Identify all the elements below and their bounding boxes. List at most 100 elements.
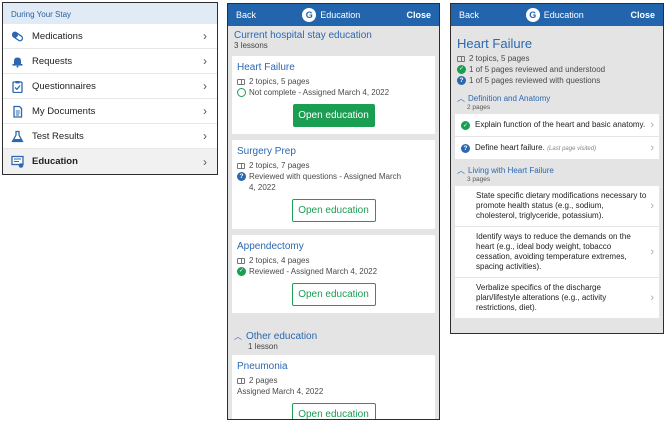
document-icon [10, 104, 24, 118]
section-definition-anatomy: ︿ Definition and Anatomy 2 pages ✓ Expla… [451, 90, 663, 159]
chevron-right-icon: › [650, 119, 654, 131]
chevron-up-icon: ︿ [457, 94, 465, 103]
lesson-title: Heart Failure [457, 36, 533, 51]
lesson-assigned: Assigned March 4, 2022 [237, 387, 324, 396]
close-button[interactable]: Close [630, 10, 655, 20]
book-icon [457, 55, 465, 62]
nav-title-group: G Education [525, 8, 584, 22]
open-education-button[interactable]: Open education [292, 104, 375, 127]
section-living-with-heart-failure: ︿ Living with Heart Failure 3 pages Stat… [451, 159, 663, 318]
status-text: Reviewed - Assigned March 4, 2022 [249, 267, 378, 276]
lesson-card-heart-failure: Heart Failure 2 topics, 5 pages Not comp… [232, 56, 435, 134]
open-education-button[interactable]: Open education [291, 403, 376, 419]
book-icon [237, 162, 245, 169]
bell-icon [10, 54, 24, 68]
section-header[interactable]: ︿ Definition and Anatomy [451, 93, 663, 104]
lesson-title: Appendectomy [237, 241, 304, 252]
section-page-count: 3 pages [467, 176, 491, 183]
current-lesson-count: 3 lessons [234, 41, 268, 50]
chevron-right-icon: › [650, 200, 654, 212]
chevron-right-icon: › [203, 104, 207, 118]
close-button[interactable]: Close [406, 10, 431, 20]
check-icon: ✓ [461, 120, 470, 130]
question-icon: ? [237, 172, 246, 181]
section-page-list: ✓ Explain function of the heart and basi… [455, 114, 659, 159]
topics-text: 2 topics, 4 pages [249, 256, 310, 265]
section-page-count: 2 pages [467, 104, 491, 111]
topics-text: 2 topics, 7 pages [249, 161, 310, 170]
page-text: Explain function of the heart and basic … [475, 120, 646, 129]
book-icon [237, 257, 245, 264]
nav-bar: Back G Education Close [228, 4, 439, 26]
chevron-right-icon: › [203, 129, 207, 143]
menu-item-education[interactable]: Education › [3, 149, 217, 174]
menu-item-questionnaires[interactable]: Questionnaires › [3, 74, 217, 99]
menu-item-label: My Documents [32, 105, 96, 117]
check-icon: ✓ [237, 267, 246, 276]
question-icon: ? [457, 76, 466, 85]
page-row[interactable]: ? Define heart failure. (Last page visit… [455, 137, 659, 159]
page-text-group: Define heart failure. (Last page visited… [470, 143, 646, 154]
nav-title: Education [320, 10, 361, 20]
lesson-topics: 2 topics, 4 pages [237, 255, 430, 266]
logo-icon: G [525, 8, 540, 22]
lesson-status: ✓ Reviewed - Assigned March 4, 2022 [237, 266, 430, 277]
questions-text: 1 of 5 pages reviewed with questions [469, 76, 601, 85]
lesson-topics: 2 topics, 5 pages [237, 76, 430, 87]
pill-icon [10, 29, 24, 43]
section-header[interactable]: ︿ Living with Heart Failure [451, 165, 663, 176]
menu-section-title: During Your Stay [3, 3, 217, 24]
lesson-status: Not complete - Assigned March 4, 2022 [237, 87, 430, 98]
other-section-title-row: ︿ Other education [234, 331, 433, 342]
incomplete-circle-icon [237, 88, 246, 97]
other-section-title: Other education [246, 331, 318, 342]
status-text: Reviewed with questions - Assigned March… [249, 172, 402, 192]
page-row[interactable]: ✓ Explain function of the heart and basi… [455, 114, 659, 137]
topics-text: 2 pages [249, 376, 278, 385]
status-text: Not complete - Assigned March 4, 2022 [249, 88, 390, 97]
current-section-header: Current hospital stay education 3 lesson… [228, 26, 439, 54]
menu-item-label: Requests [32, 55, 73, 67]
flask-icon [10, 129, 24, 143]
page-row[interactable]: Identify ways to reduce the demands on t… [455, 227, 659, 278]
chevron-right-icon: › [203, 79, 207, 93]
page-row[interactable]: Verbalize specifics of the discharge pla… [455, 278, 659, 318]
chevron-right-icon: › [203, 29, 207, 43]
nav-bar: Back G Education Close [451, 4, 663, 26]
lesson-topics: 2 topics, 5 pages [457, 53, 657, 64]
lesson-title: Surgery Prep [237, 146, 296, 157]
education-icon [10, 155, 24, 169]
logo-icon: G [302, 8, 317, 22]
menu-item-medications[interactable]: Medications › [3, 24, 217, 49]
book-icon [237, 78, 245, 85]
back-button[interactable]: Back [236, 10, 256, 20]
lesson-topics: 2 pages [237, 375, 430, 386]
back-button[interactable]: Back [459, 10, 479, 20]
topics-text: 2 topics, 5 pages [469, 54, 530, 63]
nav-title: Education [543, 10, 584, 20]
check-icon: ✓ [457, 65, 466, 74]
lesson-card-pneumonia: Pneumonia 2 pages Assigned March 4, 2022… [232, 355, 435, 419]
menu-item-my-documents[interactable]: My Documents › [3, 99, 217, 124]
menu-item-requests[interactable]: Requests › [3, 49, 217, 74]
chevron-up-icon: ︿ [457, 166, 465, 175]
last-visited-note: (Last page visited) [547, 145, 597, 152]
lesson-title: Heart Failure [237, 62, 295, 73]
questions-progress: ? 1 of 5 pages reviewed with questions [457, 75, 657, 86]
open-education-button[interactable]: Open education [291, 283, 376, 306]
lesson-topics: 2 topics, 7 pages [237, 160, 430, 171]
chevron-right-icon: › [650, 292, 654, 304]
chevron-right-icon: › [203, 54, 207, 68]
page-row[interactable]: State specific dietary modifications nec… [455, 186, 659, 227]
during-stay-menu: During Your Stay Medications › Requests … [2, 2, 218, 175]
open-education-button[interactable]: Open education [291, 199, 376, 222]
nav-title-group: G Education [302, 8, 360, 22]
menu-item-test-results[interactable]: Test Results › [3, 124, 217, 149]
section-title: Living with Heart Failure [468, 166, 554, 175]
reviewed-text: 1 of 5 pages reviewed and understood [469, 65, 606, 74]
chevron-right-icon: › [650, 142, 654, 154]
education-list-screen: Back G Education Close Current hospital … [227, 3, 440, 420]
page-text: Verbalize specifics of the discharge pla… [476, 283, 607, 312]
clipboard-icon [10, 79, 24, 93]
other-section-header[interactable]: ︿ Other education 1 lesson [228, 319, 439, 355]
